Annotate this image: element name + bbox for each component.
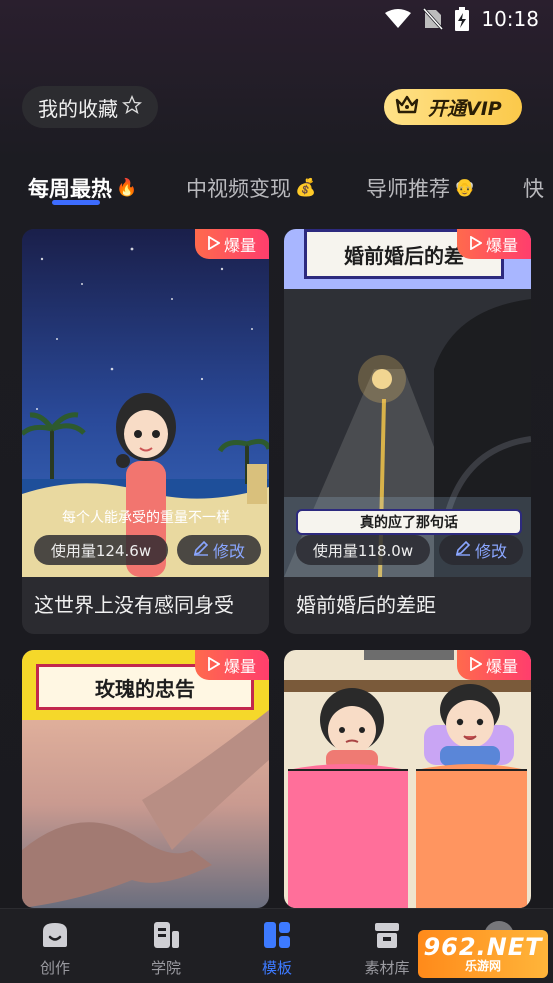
hot-badge: 爆量 (195, 650, 269, 680)
video-caption: 每个人能承受的重量不一样 (62, 510, 230, 526)
nav-item-create[interactable]: 创作 (15, 919, 95, 979)
video-caption: 真的应了那句话 (296, 509, 522, 535)
create-icon (39, 919, 71, 951)
watermark-sub: 乐游网 (464, 959, 501, 973)
hot-badge-label: 爆量 (485, 657, 518, 676)
edit-button[interactable]: 修改 (177, 535, 261, 565)
template-card[interactable]: 玫瑰的忠告 爆量 (22, 650, 269, 908)
card-thumbnail: 玫瑰的忠告 (22, 650, 269, 908)
elder-icon: 👴 (454, 178, 476, 198)
nav-label: 学院 (150, 959, 181, 977)
edit-button[interactable]: 修改 (439, 535, 523, 565)
store-icon (371, 919, 403, 951)
tab-label: 中视频变现 (186, 177, 291, 201)
edit-label: 修改 (474, 542, 507, 561)
hot-badge: 爆量 (457, 650, 531, 680)
favorites-button[interactable]: 我的收藏 (22, 86, 158, 128)
favorites-label: 我的收藏 (38, 96, 118, 121)
card-title: 婚前婚后的差距 (296, 593, 436, 617)
card-thumbnail: 每个人能承受的重量不一样 (22, 229, 269, 577)
battery-charging-icon (455, 7, 470, 31)
nav-label: 创作 (39, 959, 70, 977)
tab-label: 导师推荐 (366, 177, 450, 201)
usage-count: 使用量124.6w (34, 535, 168, 565)
hot-badge: 爆量 (195, 229, 269, 259)
vip-label: 开通VIP (428, 97, 502, 120)
tab-quick[interactable]: 快 (523, 170, 544, 206)
watermark-main: 962.NET (423, 933, 543, 961)
star-icon (121, 94, 143, 120)
pencil-icon (455, 540, 471, 560)
tab-label: 每周最热 (28, 177, 112, 201)
template-card[interactable]: 每个人能承受的重量不一样 爆量 使用量124.6w 修改 这世界上没有感同身受 (22, 229, 269, 634)
active-tab-indicator (52, 200, 100, 205)
pencil-icon (193, 540, 209, 560)
nav-item-academy[interactable]: 学院 (126, 919, 206, 979)
fire-icon: 🔥 (116, 178, 138, 198)
hot-badge-label: 爆量 (223, 236, 256, 255)
edit-label: 修改 (212, 542, 245, 561)
nav-label: 素材库 (364, 959, 410, 977)
money-bag-icon: 💰 (295, 178, 317, 198)
card-title: 这世界上没有感同身受 (34, 593, 234, 617)
watermark-logo: 962.NET 乐游网 (418, 930, 548, 978)
wifi-icon (385, 9, 412, 29)
hot-badge-label: 爆量 (223, 657, 256, 676)
template-card[interactable]: 爆量 (284, 650, 531, 908)
tab-label: 快 (523, 177, 544, 201)
tab-video-monetize[interactable]: 中视频变现 💰 (186, 170, 316, 206)
nav-label: 模板 (261, 959, 292, 977)
template-icon (261, 919, 293, 951)
card-thumbnail: 婚前婚后的差 真的应了那句话 (284, 229, 531, 577)
card-thumbnail (284, 650, 531, 908)
hot-badge-label: 爆量 (485, 236, 518, 255)
play-icon (208, 234, 221, 254)
nav-item-material-store[interactable]: 素材库 (347, 919, 427, 979)
play-icon (208, 655, 221, 675)
play-icon (470, 234, 483, 254)
nav-item-template[interactable]: 模板 (237, 919, 317, 979)
tab-mentor-recommend[interactable]: 导师推荐 👴 (366, 170, 475, 206)
play-icon (470, 655, 483, 675)
academy-icon (150, 919, 182, 951)
open-vip-button[interactable]: 开通VIP (384, 89, 522, 125)
status-bar: 10:18 (0, 0, 553, 40)
hot-badge: 爆量 (457, 229, 531, 259)
status-time: 10:18 (481, 7, 539, 31)
no-sim-icon (423, 8, 444, 30)
usage-count: 使用量118.0w (296, 535, 430, 565)
crown-icon (394, 94, 420, 121)
template-card[interactable]: 婚前婚后的差 真的应了那句话 爆量 使用量118.0w 修改 婚前婚后的差距 (284, 229, 531, 634)
